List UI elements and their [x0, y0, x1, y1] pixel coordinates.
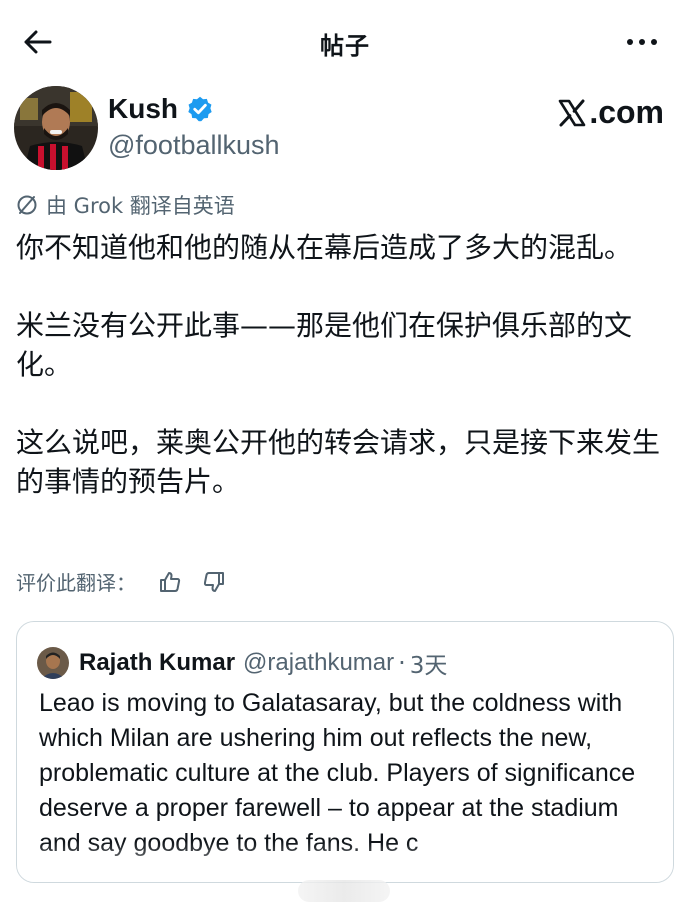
author-avatar[interactable] [14, 86, 98, 170]
author-handle[interactable]: @footballkush [108, 130, 280, 161]
quoted-tweet-header: Rajath Kumar @rajathkumar · 3天 [37, 646, 447, 680]
quoted-author-name: Rajath Kumar [79, 649, 236, 676]
translation-note: 由 Grok 翻译自英语 [16, 190, 235, 220]
quoted-avatar-image [37, 647, 69, 679]
more-dot [651, 39, 657, 45]
avatar-image [14, 86, 98, 170]
top-bar: 帖子 [0, 0, 690, 84]
more-button[interactable] [614, 24, 670, 60]
more-dots-icon [627, 39, 633, 45]
author-name-row: Kush [108, 93, 214, 125]
quoted-tweet-card[interactable]: Rajath Kumar @rajathkumar · 3天 Leao is m… [16, 621, 674, 883]
thumbs-down-icon [203, 571, 224, 592]
tweet-paragraph: 米兰没有公开此事——那是他们在保护俱乐部的文化。 [16, 309, 633, 381]
brand-domain: .com [589, 94, 664, 130]
quoted-timestamp: 3天 [409, 653, 448, 679]
tweet-paragraph: 你不知道他和他的随从在幕后造成了多大的混乱。 [16, 231, 633, 264]
rate-translation-label: 评价此翻译： [16, 571, 136, 595]
rate-translation-row: 评价此翻译： [16, 567, 228, 596]
thumbs-up-icon [160, 571, 181, 592]
quoted-author-handle: @rajathkumar [243, 649, 395, 676]
quoted-text-fade [17, 842, 673, 882]
grok-icon [17, 195, 37, 215]
brand-logo: .com [557, 94, 664, 131]
quoted-tweet-text: Leao is moving to Galatasaray, but the c… [39, 689, 636, 857]
x-logo-icon [559, 99, 586, 126]
more-dot [639, 39, 645, 45]
tweet-paragraph: 这么说吧，莱奥公开他的转会请求，只是接下来发生的事情的预告片。 [16, 426, 661, 498]
translation-note-text: 由 Grok 翻译自英语 [46, 194, 235, 218]
thumbs-down-button[interactable] [200, 568, 228, 596]
author-name[interactable]: Kush [108, 93, 178, 125]
quoted-separator: · [398, 649, 406, 677]
page-title: 帖子 [320, 32, 370, 60]
verified-badge-icon [188, 96, 212, 122]
watermark [298, 880, 390, 902]
tweet-text: 你不知道他和他的随从在幕后造成了多大的混乱。 米兰没有公开此事——那是他们在保护… [16, 228, 676, 501]
thumbs-up-button[interactable] [156, 568, 184, 596]
quoted-author-avatar[interactable] [37, 647, 69, 679]
